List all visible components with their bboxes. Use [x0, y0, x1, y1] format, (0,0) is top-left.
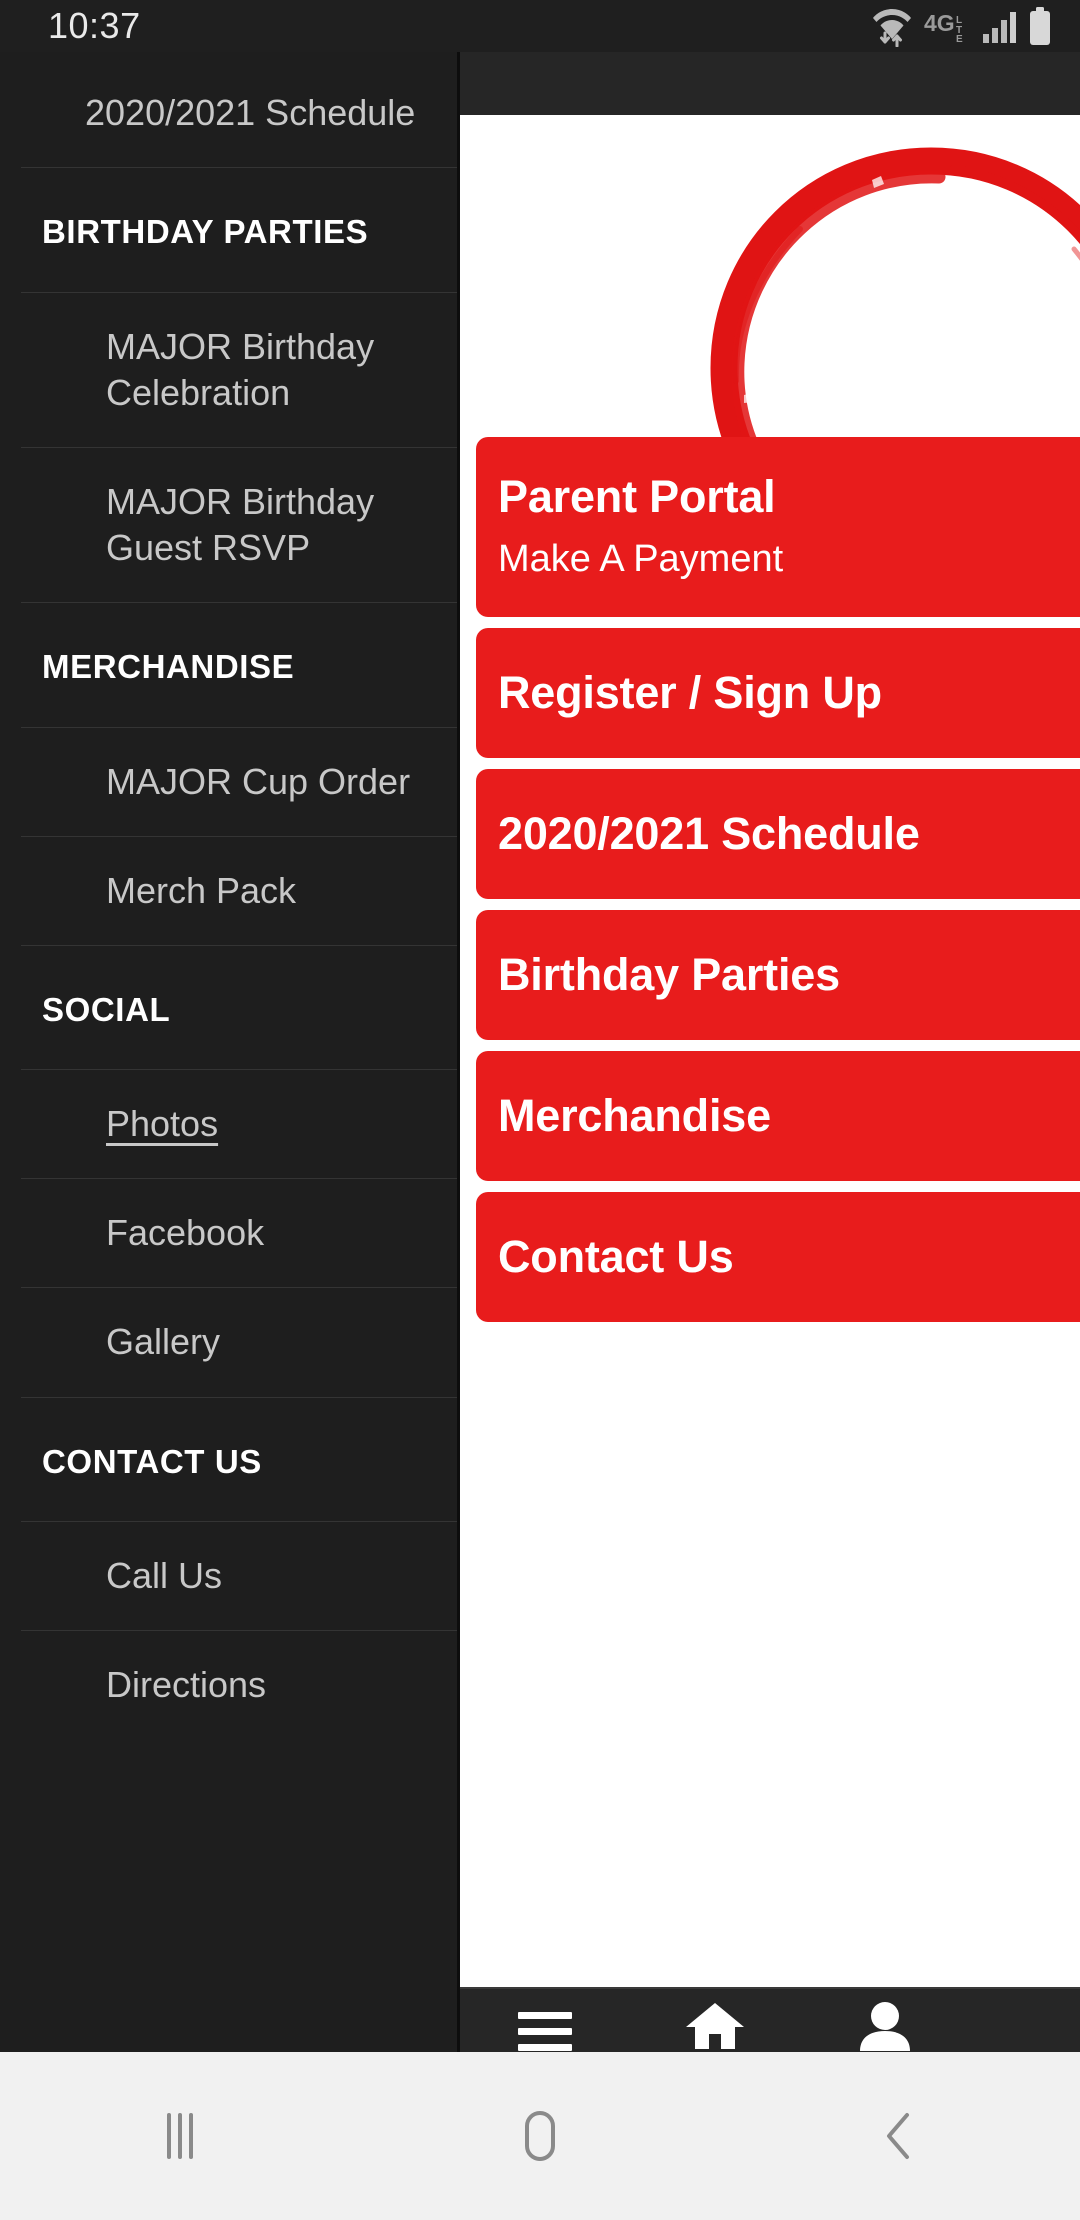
- cta-title: Parent Portal: [498, 471, 776, 523]
- nav-item-label: Call Us: [106, 1555, 223, 1597]
- nav-item-directions[interactable]: Directions: [21, 1630, 457, 1739]
- page-content: Parent Portal Make A Payment Register / …: [460, 115, 1080, 2035]
- cta-button-stack: Parent Portal Make A Payment Register / …: [476, 437, 1080, 1333]
- navigation-drawer: 2020/2021 Schedule BIRTHDAY PARTIES MAJO…: [0, 52, 460, 2104]
- nav-item-major-birthday-guest-rsvp[interactable]: MAJOR Birthday Guest RSVP: [21, 446, 457, 602]
- home-page: Parent Portal Make A Payment Register / …: [460, 52, 1080, 2104]
- android-nav-bar: [0, 2052, 1080, 2220]
- nav-section-label: MERCHANDISE: [42, 647, 295, 685]
- nav-item-label: MAJOR Birthday Celebration: [106, 325, 375, 413]
- nav-item-label: MAJOR Cup Order: [106, 760, 411, 802]
- nav-item-facebook[interactable]: Facebook: [21, 1178, 457, 1287]
- svg-text:4G: 4G: [924, 10, 955, 36]
- svg-text:E: E: [956, 34, 963, 43]
- nav-item-label: Merch Pack: [106, 869, 297, 911]
- cta-title: Birthday Parties: [498, 948, 840, 1000]
- nav-item-label: MAJOR Birthday Guest RSVP: [106, 480, 375, 568]
- cta-title: Contact Us: [498, 1230, 734, 1282]
- nav-section-label: BIRTHDAY PARTIES: [42, 213, 369, 251]
- page-header-bar: [460, 52, 1080, 115]
- cta-title: Merchandise: [498, 1089, 771, 1141]
- nav-item-merch-pack[interactable]: Merch Pack: [21, 835, 457, 945]
- nav-item-major-cup-order[interactable]: MAJOR Cup Order: [21, 726, 457, 836]
- cellular-signal-icon: [982, 9, 1016, 43]
- status-clock: 10:37: [48, 5, 141, 46]
- cta-birthday-parties[interactable]: Birthday Parties: [476, 910, 1080, 1040]
- nav-section-social: SOCIAL: [21, 944, 457, 1070]
- nav-item-label: 2020/2021 Schedule: [85, 92, 416, 133]
- person-icon: [858, 2001, 912, 2051]
- cta-title: Register / Sign Up: [498, 666, 882, 718]
- drawer-list: 2020/2021 Schedule BIRTHDAY PARTIES MAJO…: [0, 52, 457, 1739]
- hamburger-menu-icon: [518, 2001, 572, 2051]
- nav-item-label: Gallery: [106, 1321, 221, 1363]
- nav-item-photos[interactable]: Photos: [21, 1069, 457, 1178]
- android-status-bar: 10:37 4G L T E: [0, 0, 1080, 52]
- cta-merchandise[interactable]: Merchandise: [476, 1051, 1080, 1181]
- cta-schedule[interactable]: 2020/2021 Schedule: [476, 769, 1080, 899]
- cta-register-sign-up[interactable]: Register / Sign Up: [476, 628, 1080, 758]
- back-chevron-icon[interactable]: [790, 2052, 1010, 2220]
- nav-item-label: Photos: [106, 1103, 219, 1145]
- nav-item-call-us[interactable]: Call Us: [21, 1521, 457, 1630]
- status-icon-group: 4G L T E: [872, 5, 1052, 47]
- nav-item-label-wrap: Photos: [21, 1070, 457, 1178]
- home-icon: [685, 2001, 745, 2051]
- nav-item-major-birthday-celebration[interactable]: MAJOR Birthday Celebration: [21, 291, 457, 447]
- cta-parent-portal[interactable]: Parent Portal Make A Payment: [476, 437, 1080, 617]
- nav-section-birthday-parties: BIRTHDAY PARTIES: [21, 167, 457, 292]
- recents-icon[interactable]: [70, 2052, 290, 2220]
- cta-contact-us[interactable]: Contact Us: [476, 1192, 1080, 1322]
- nav-item-label: Directions: [106, 1664, 267, 1706]
- nav-section-merchandise: MERCHANDISE: [21, 601, 457, 727]
- home-square-icon[interactable]: [430, 2052, 650, 2220]
- wifi-data-icon: [872, 5, 912, 47]
- nav-section-label: SOCIAL: [42, 990, 171, 1028]
- battery-icon: [1028, 7, 1052, 45]
- cta-subtitle: Make A Payment: [498, 537, 784, 580]
- nav-section-contact-us: CONTACT US: [21, 1396, 457, 1522]
- nav-item-gallery[interactable]: Gallery: [21, 1287, 457, 1396]
- nav-section-label: CONTACT US: [42, 1442, 262, 1480]
- 4g-lte-icon: 4G L T E: [924, 9, 970, 43]
- app-viewport: Parent Portal Make A Payment Register / …: [0, 52, 1080, 2104]
- phone-screen: 10:37 4G L T E Parent Portal Make A Paym…: [0, 0, 1080, 2220]
- cta-title: 2020/2021 Schedule: [498, 807, 920, 859]
- nav-item-label: Facebook: [106, 1212, 265, 1254]
- nav-item-schedule[interactable]: 2020/2021 Schedule: [0, 59, 457, 167]
